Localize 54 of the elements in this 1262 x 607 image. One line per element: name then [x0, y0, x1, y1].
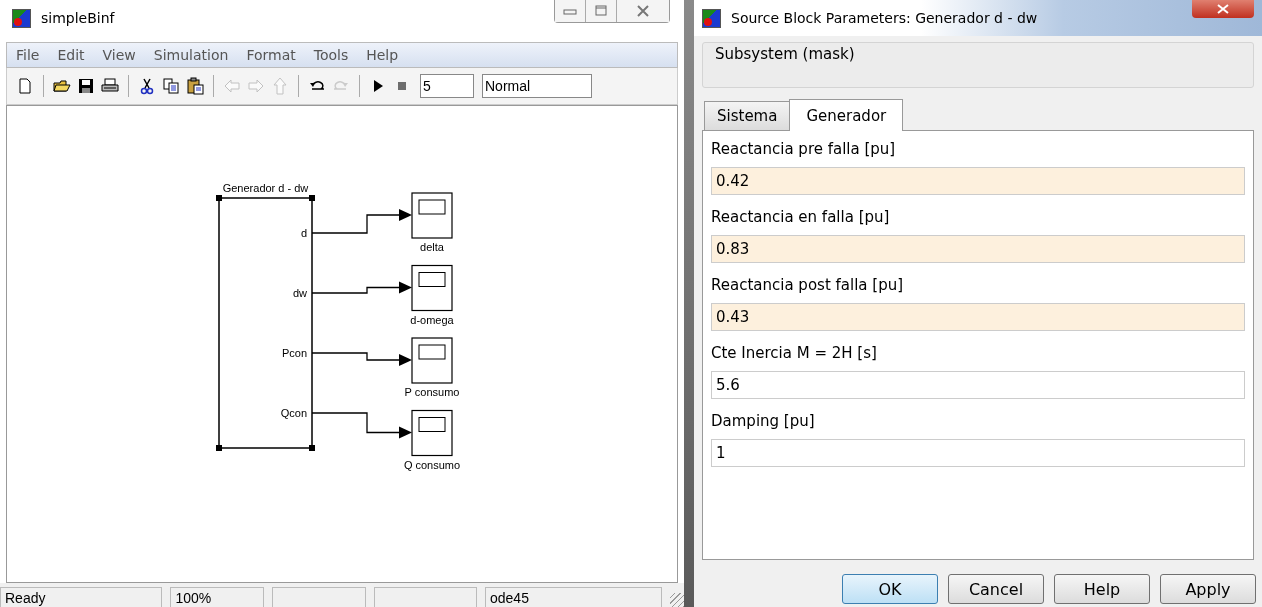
resize-grip-icon[interactable]: [670, 593, 684, 607]
dialog-button[interactable]: Cancel: [948, 574, 1044, 604]
dialog-button[interactable]: OK: [842, 574, 938, 604]
clipboard-icon[interactable]: [185, 76, 205, 96]
menu-item[interactable]: Tools: [304, 47, 358, 63]
port-label: d: [300, 227, 307, 239]
scope-label: Q consumo: [403, 458, 461, 471]
close-button[interactable]: [1192, 0, 1254, 18]
input-field[interactable]: 1: [711, 439, 1245, 467]
app-icon: [12, 8, 31, 28]
menu-item[interactable]: View: [93, 47, 145, 63]
close-button[interactable]: [617, 0, 669, 22]
field-label: Reactancia en falla [pu]: [711, 208, 891, 226]
port-label: dw: [292, 287, 307, 299]
input-field[interactable]: 0.83: [711, 235, 1245, 263]
block-label: Generador d - dw: [222, 182, 309, 194]
input-field[interactable]: 0.42: [711, 167, 1245, 195]
scope-label: d-omega: [410, 313, 454, 326]
field-label: Cte Inercia M = 2H [s]: [711, 344, 878, 362]
menu-item[interactable]: File: [7, 47, 49, 63]
tab[interactable]: Sistema: [704, 101, 791, 130]
group-label: Subsystem (mask): [715, 45, 855, 63]
window-title: simpleBinf: [41, 10, 115, 26]
copy-icon[interactable]: [161, 76, 181, 96]
field-label: Reactancia post falla [pu]: [711, 276, 905, 294]
menu-item[interactable]: Edit: [48, 47, 94, 63]
subsystem-block[interactable]: [216, 195, 315, 451]
input-field[interactable]: 5.6: [711, 371, 1245, 399]
window-title: Source Block Parameters: Generador d - dw: [731, 10, 1038, 26]
menu-item[interactable]: Simulation: [144, 47, 238, 63]
simulation-mode-dropdown[interactable]: Normal: [482, 74, 592, 98]
scope-block[interactable]: [411, 264, 453, 312]
status-text: ode45: [485, 587, 663, 607]
scope-label: delta: [420, 241, 444, 253]
port-label: Pcon: [281, 347, 307, 359]
input-field[interactable]: 0.43: [711, 303, 1245, 331]
app-icon: [702, 8, 721, 28]
stop-time-field[interactable]: 5: [420, 74, 474, 98]
tab[interactable]: Generador: [789, 99, 904, 131]
menu-item[interactable]: Help: [357, 47, 408, 63]
scope-label: P consumo: [404, 386, 460, 398]
close-icon: [635, 5, 651, 17]
menu-item[interactable]: Format: [237, 47, 305, 63]
field-label: Damping [pu]: [711, 412, 816, 430]
status-text: 100%: [170, 587, 265, 607]
dialog-button[interactable]: Help: [1054, 574, 1150, 604]
field-label: Reactancia pre falla [pu]: [711, 140, 897, 158]
close-icon: [1216, 4, 1230, 14]
scope-block[interactable]: [411, 409, 453, 457]
minimize-icon: [562, 6, 578, 16]
status-text: Ready: [0, 587, 163, 607]
maximize-icon: [593, 5, 609, 17]
dialog-button[interactable]: Apply: [1160, 574, 1256, 604]
port-label: Qcon: [280, 407, 307, 419]
